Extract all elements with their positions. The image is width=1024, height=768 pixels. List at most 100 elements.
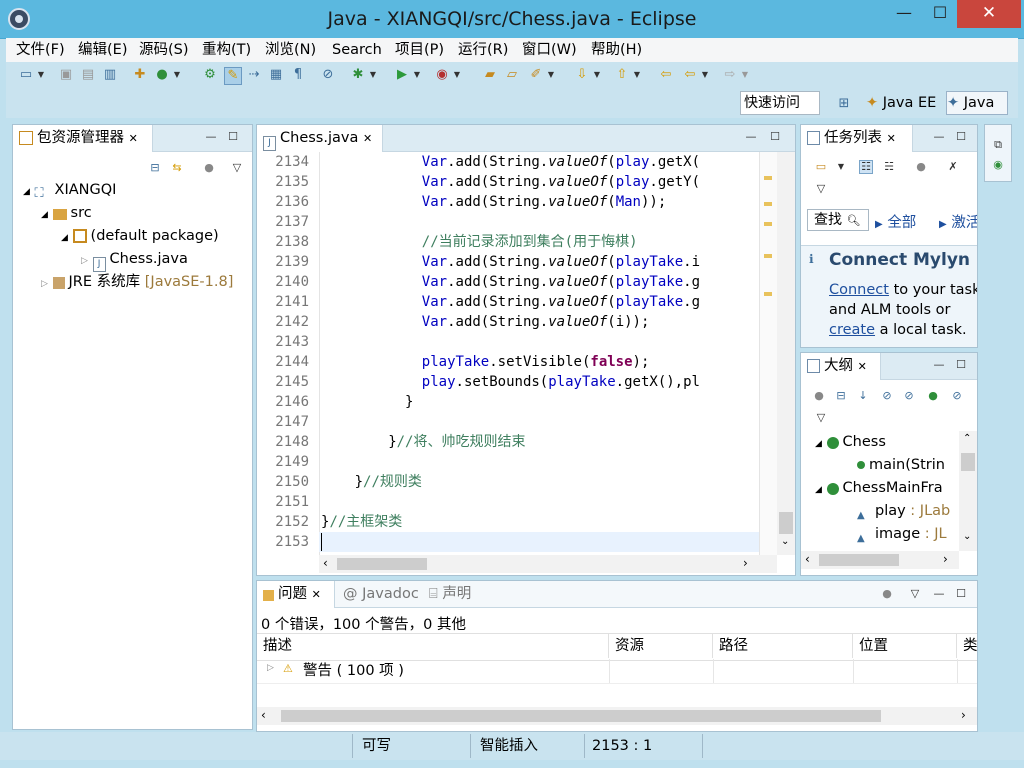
show-whitespace-icon[interactable]: ¶ (290, 67, 306, 83)
warning-marker[interactable] (764, 222, 772, 226)
perspective-java[interactable]: ✦ Java (946, 91, 1008, 115)
search-tool-icon[interactable]: ✐ (528, 67, 544, 83)
mylyn-create-link[interactable]: create (829, 322, 875, 338)
overview-ruler[interactable] (759, 152, 778, 555)
open-type-icon[interactable]: ⚙ (202, 67, 218, 83)
tab-javadoc[interactable]: @ Javadoc (343, 581, 419, 608)
view-menu-icon[interactable]: ▽ (815, 412, 827, 424)
new-task-icon[interactable]: ▭ (815, 161, 827, 173)
back-alt-icon[interactable]: ⇦ (682, 67, 698, 83)
expanded-arrow-icon[interactable]: ◢ (61, 233, 68, 243)
outline-item-main[interactable]: main(Strin (857, 454, 945, 477)
collapsed-arrow-icon[interactable]: ▷ (81, 256, 88, 266)
tree-item-jre[interactable]: ▷ JRE 系统库 [JavaSE-1.8] (41, 271, 233, 294)
maximize-view-icon[interactable]: ☐ (227, 131, 239, 143)
mark-occurrences-icon[interactable]: ✎ (224, 67, 242, 85)
warning-marker[interactable] (764, 176, 772, 180)
new-dropdown-icon[interactable]: ▼ (36, 67, 46, 83)
menu-project[interactable]: 项目(P) (395, 38, 444, 62)
skip-breakpoints-icon[interactable]: ⊘ (320, 67, 336, 83)
quick-access-input[interactable]: 快速访问 (740, 91, 820, 115)
open-perspective-icon[interactable]: ⊞ (836, 96, 852, 112)
block-selection-icon[interactable]: ▦ (268, 67, 284, 83)
tab-chess-java[interactable]: J Chess.java ✕ (257, 125, 383, 152)
code-area[interactable]: 2134 Var.add(String.valueOf(play.getX(213… (257, 152, 759, 555)
menu-source[interactable]: 源码(S) (139, 38, 189, 62)
tab-declaration[interactable]: ⌸ 声明 (429, 581, 471, 608)
scroll-left-icon[interactable]: ‹ (323, 556, 328, 570)
tab-problems[interactable]: 问题 ✕ (257, 581, 335, 608)
outline-horizontal-scrollbar[interactable]: ‹ › (801, 551, 959, 569)
minimize-view-icon[interactable]: — (933, 131, 945, 143)
run-icon[interactable]: ▶ (394, 67, 410, 83)
minimize-view-icon[interactable]: — (933, 588, 945, 600)
focus-icon[interactable]: ● (813, 390, 825, 402)
scheduled-icon[interactable]: ☵ (883, 161, 895, 173)
scroll-thumb[interactable] (779, 512, 793, 534)
tree-item-project[interactable]: ◢ ⛶ XIANGQI (23, 179, 116, 202)
next-annotation-dropdown-icon[interactable]: ▼ (592, 67, 602, 83)
save-all-icon[interactable]: ▤ (80, 67, 96, 83)
save-icon[interactable]: ▣ (58, 67, 74, 83)
search-tool-dropdown-icon[interactable]: ▼ (546, 67, 556, 83)
scroll-thumb[interactable] (819, 554, 899, 566)
close-tab-icon[interactable]: ✕ (887, 132, 896, 145)
outline-item-play[interactable]: ▲ play : JLab (857, 500, 950, 523)
close-tab-icon[interactable]: ✕ (858, 360, 867, 373)
minimize-button[interactable]: — (885, 0, 923, 28)
new-class-icon[interactable]: ● (154, 67, 170, 83)
tree-item-default-package[interactable]: ◢ (default package) (61, 225, 219, 248)
view-menu-icon[interactable]: ▽ (231, 162, 243, 174)
scroll-thumb[interactable] (337, 558, 427, 570)
warning-marker[interactable] (764, 202, 772, 206)
close-button[interactable]: ✕ (957, 0, 1021, 28)
tab-outline[interactable]: 大纲 ✕ (801, 353, 881, 380)
scroll-up-icon[interactable]: ⌃ (963, 433, 971, 444)
open-project-icon[interactable]: ▰ (482, 67, 498, 83)
hide-completed-icon[interactable]: ✗ (947, 161, 959, 173)
link-editor-icon[interactable]: ⇆ (171, 162, 183, 174)
maximize-view-icon[interactable]: ☐ (955, 359, 967, 371)
outline-item-chess[interactable]: ◢ Chess (815, 431, 886, 454)
collapse-all-icon[interactable]: ⊟ (149, 162, 161, 174)
scroll-down-icon[interactable]: ⌄ (781, 536, 789, 547)
scroll-down-icon[interactable]: ⌄ (963, 531, 971, 542)
filter-all-link[interactable]: ▶ 全部 (875, 211, 916, 232)
scroll-thumb[interactable] (281, 710, 881, 722)
tree-item-chess-java[interactable]: ▷ J Chess.java (81, 248, 188, 272)
menu-navigate[interactable]: 浏览(N) (265, 38, 316, 62)
close-tab-icon[interactable]: ✕ (312, 588, 321, 601)
close-tab-icon[interactable]: ✕ (129, 132, 138, 145)
minimize-editor-icon[interactable]: — (745, 131, 757, 143)
hide-static-icon[interactable]: ⊘ (903, 390, 915, 402)
open-folder-icon[interactable]: ▱ (504, 67, 520, 83)
expanded-arrow-icon[interactable]: ◢ (815, 485, 822, 495)
scroll-left-icon[interactable]: ‹ (805, 552, 810, 566)
editor-horizontal-scrollbar[interactable]: ‹ › (319, 555, 777, 573)
expanded-arrow-icon[interactable]: ◢ (41, 210, 48, 220)
maximize-editor-icon[interactable]: ☐ (769, 131, 781, 143)
mylyn-connect-link[interactable]: Connect (829, 282, 889, 298)
tab-task-list[interactable]: 任务列表 ✕ (801, 125, 913, 152)
external-tools-icon[interactable]: ◉ (434, 67, 450, 83)
view-menu-icon[interactable]: ▽ (815, 183, 827, 195)
scroll-thumb[interactable] (961, 453, 975, 471)
outline-vertical-scrollbar[interactable]: ⌃ ⌄ (959, 431, 977, 551)
activate-link[interactable]: ▶ 激活 (939, 211, 977, 232)
task-repositories-icon[interactable]: ◉ (992, 159, 1004, 171)
maximize-view-icon[interactable]: ☐ (955, 131, 967, 143)
tree-item-src[interactable]: ◢ src (41, 202, 92, 225)
close-tab-icon[interactable]: ✕ (363, 132, 372, 145)
column-resource[interactable]: 资源 (609, 634, 713, 658)
new-class-dropdown-icon[interactable]: ▼ (172, 67, 182, 83)
minimize-view-icon[interactable]: — (205, 131, 217, 143)
menu-search[interactable]: Search (332, 38, 382, 62)
back-icon[interactable]: ⇦ (658, 67, 674, 83)
column-path[interactable]: 路径 (713, 634, 853, 658)
menu-refactor[interactable]: 重构(T) (202, 38, 251, 62)
next-annotation-icon[interactable]: ⇩ (574, 67, 590, 83)
expanded-arrow-icon[interactable]: ◢ (815, 439, 822, 449)
filter-icon[interactable]: ● (915, 161, 927, 173)
debug-dropdown-icon[interactable]: ▼ (368, 67, 378, 83)
view-menu-icon[interactable]: ▽ (909, 588, 921, 600)
